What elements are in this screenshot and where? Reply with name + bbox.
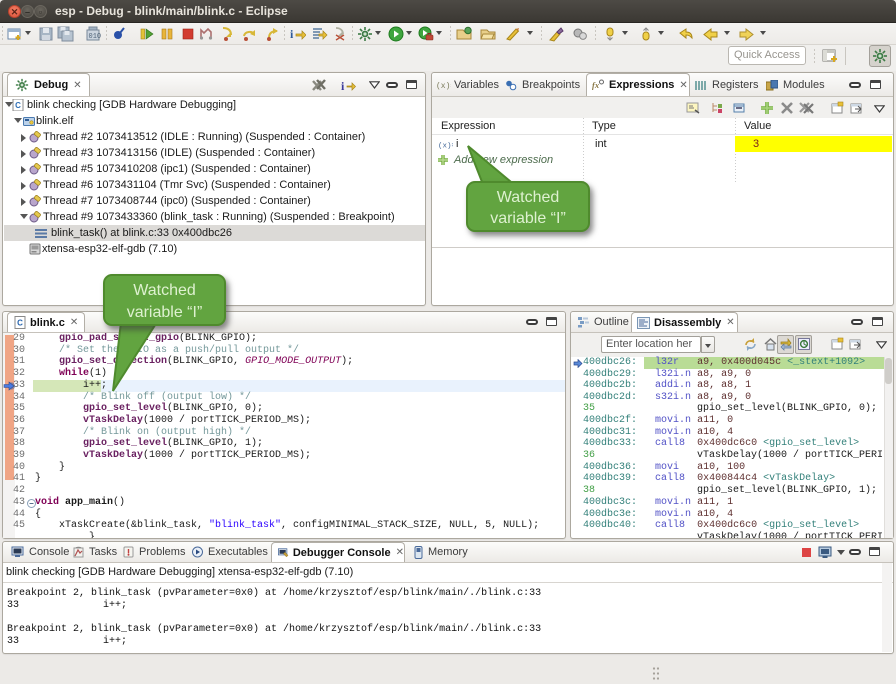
svg-text:C: C <box>17 319 23 328</box>
svg-text:(x)=: (x)= <box>438 143 453 150</box>
svg-text:i: i <box>290 27 294 41</box>
svg-text:fx: fx <box>592 80 600 90</box>
svg-text:C: C <box>15 101 21 110</box>
svg-text:(x)=: (x)= <box>436 82 451 90</box>
svg-text:010: 010 <box>89 33 102 41</box>
svg-text:i: i <box>341 79 345 92</box>
